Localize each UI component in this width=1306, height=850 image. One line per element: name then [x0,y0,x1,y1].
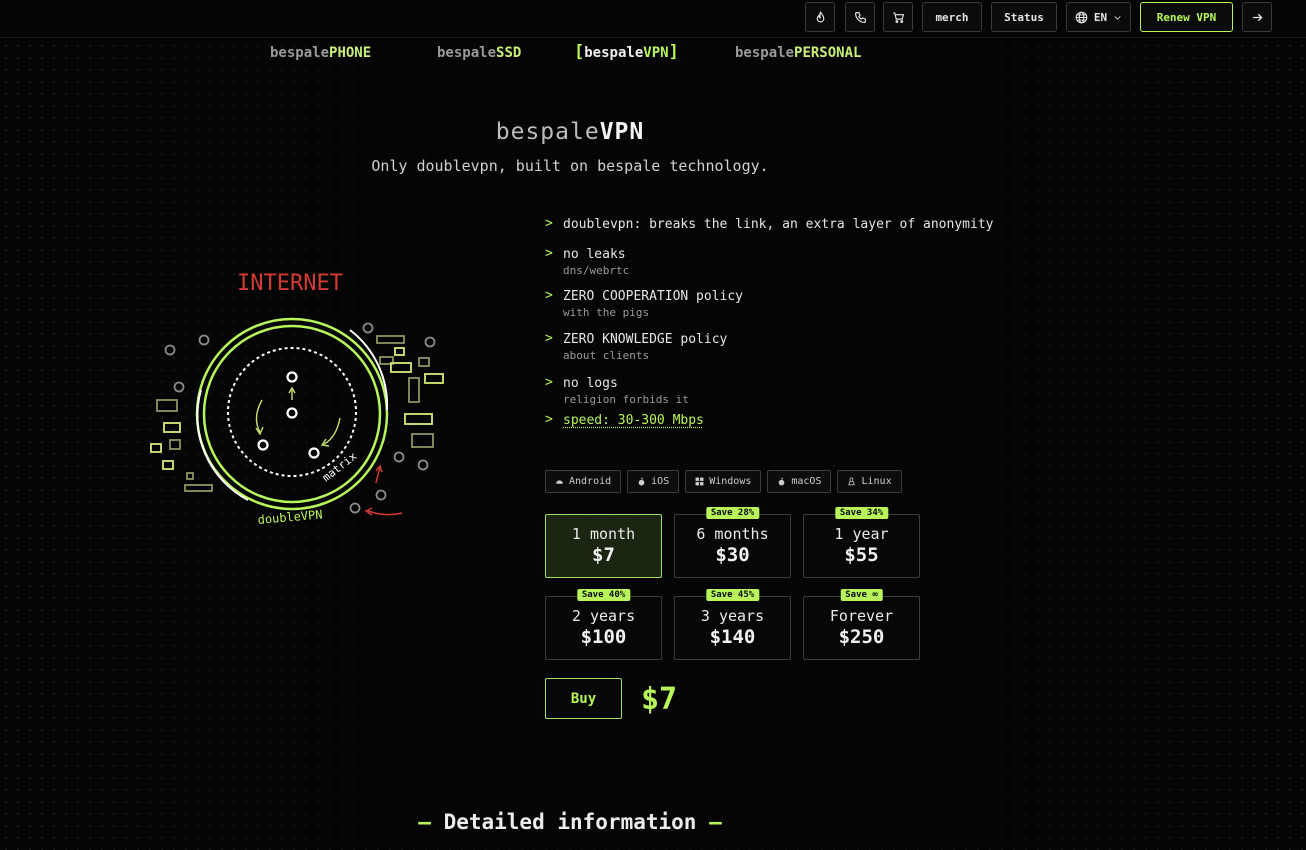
arrow-right-icon [1252,13,1262,21]
status-button[interactable]: Status [991,2,1057,32]
feature-item-speed[interactable]: > speed: 30-300 Mbps [545,412,1105,429]
platform-windows[interactable]: Windows [685,470,762,493]
page-title: bespaleVPN [495,119,645,145]
login-button[interactable] [1242,2,1272,32]
cart-button[interactable] [883,2,913,32]
apple-icon [779,477,785,486]
save-badge: Save 45% [705,589,760,601]
feature-item: > ZERO COOPERATION policy with the pigs [545,288,744,319]
total-price: $7 [641,682,678,717]
plan-3-years[interactable]: Save 45% 3 years $140 [674,589,791,660]
doublevpn-label: doubleVPN [257,507,323,527]
matrix-label: matrix [320,449,360,484]
save-badge: Save 34% [834,507,889,519]
buy-button[interactable]: Buy [545,678,622,719]
plan-1-month[interactable]: 1 month $7 [545,514,662,578]
save-badge: Save 28% [705,507,760,519]
android-icon [556,480,563,484]
platform-macos[interactable]: macOS [767,470,832,493]
apple-icon [638,477,645,486]
merch-button[interactable]: merch [922,2,982,32]
product-tab-vpn[interactable]: [bespaleVPN] [574,42,679,62]
plan-forever[interactable]: Save ∞ Forever $250 [803,589,920,660]
phone-icon [854,11,866,23]
plan-2-years[interactable]: Save 40% 2 years $100 [545,589,662,660]
feature-item: > no leaks dns/webrtc [545,246,630,277]
language-label: EN [1093,10,1108,24]
product-tab-personal[interactable]: bespalePERSONAL [735,45,861,61]
page-subtitle: Only doublevpn, built on bespale technol… [371,157,769,175]
product-tab-phone[interactable]: bespalePHONE [270,45,371,61]
product-tab-ssd[interactable]: bespaleSSD [437,45,521,61]
platform-android[interactable]: Android [545,470,622,493]
linux-icon [848,477,856,486]
phone-button[interactable] [845,2,875,32]
platform-linux[interactable]: Linux [837,470,902,493]
chevron-down-icon [1114,15,1121,20]
language-selector[interactable]: EN [1066,2,1131,32]
feature-item: > no logs religion forbids it [545,375,689,406]
feature-list: > doublevpn: breaks the link, an extra l… [545,216,1105,438]
product-nav: bespalePHONE bespaleSSD [bespaleVPN] bes… [0,42,1306,67]
internet-label: INTERNET [237,271,343,296]
globe-icon [1075,11,1088,23]
doublevpn-diagram: INTERNET matrix doubleVPN [150,271,444,527]
feature-item: > doublevpn: breaks the link, an extra l… [545,216,994,232]
flame-button[interactable] [805,2,835,32]
plan-1-year[interactable]: Save 34% 1 year $55 [803,507,920,578]
detailed-information-heading[interactable]: – Detailed information – [0,810,1140,834]
cart-icon [892,11,904,23]
feature-item: > ZERO KNOWLEDGE policy about clients [545,331,728,362]
save-badge: Save ∞ [840,589,883,601]
top-bar: merch Status EN Renew VPN [0,0,1306,38]
windows-icon [695,477,704,486]
platform-ios[interactable]: iOS [627,470,680,493]
plan-6-months[interactable]: Save 28% 6 months $30 [674,507,791,578]
save-badge: Save 40% [576,589,631,601]
platform-list: Android iOS Windows macOS Linux [545,470,902,493]
renew-vpn-button[interactable]: Renew VPN [1140,2,1233,32]
flame-icon [816,10,824,22]
